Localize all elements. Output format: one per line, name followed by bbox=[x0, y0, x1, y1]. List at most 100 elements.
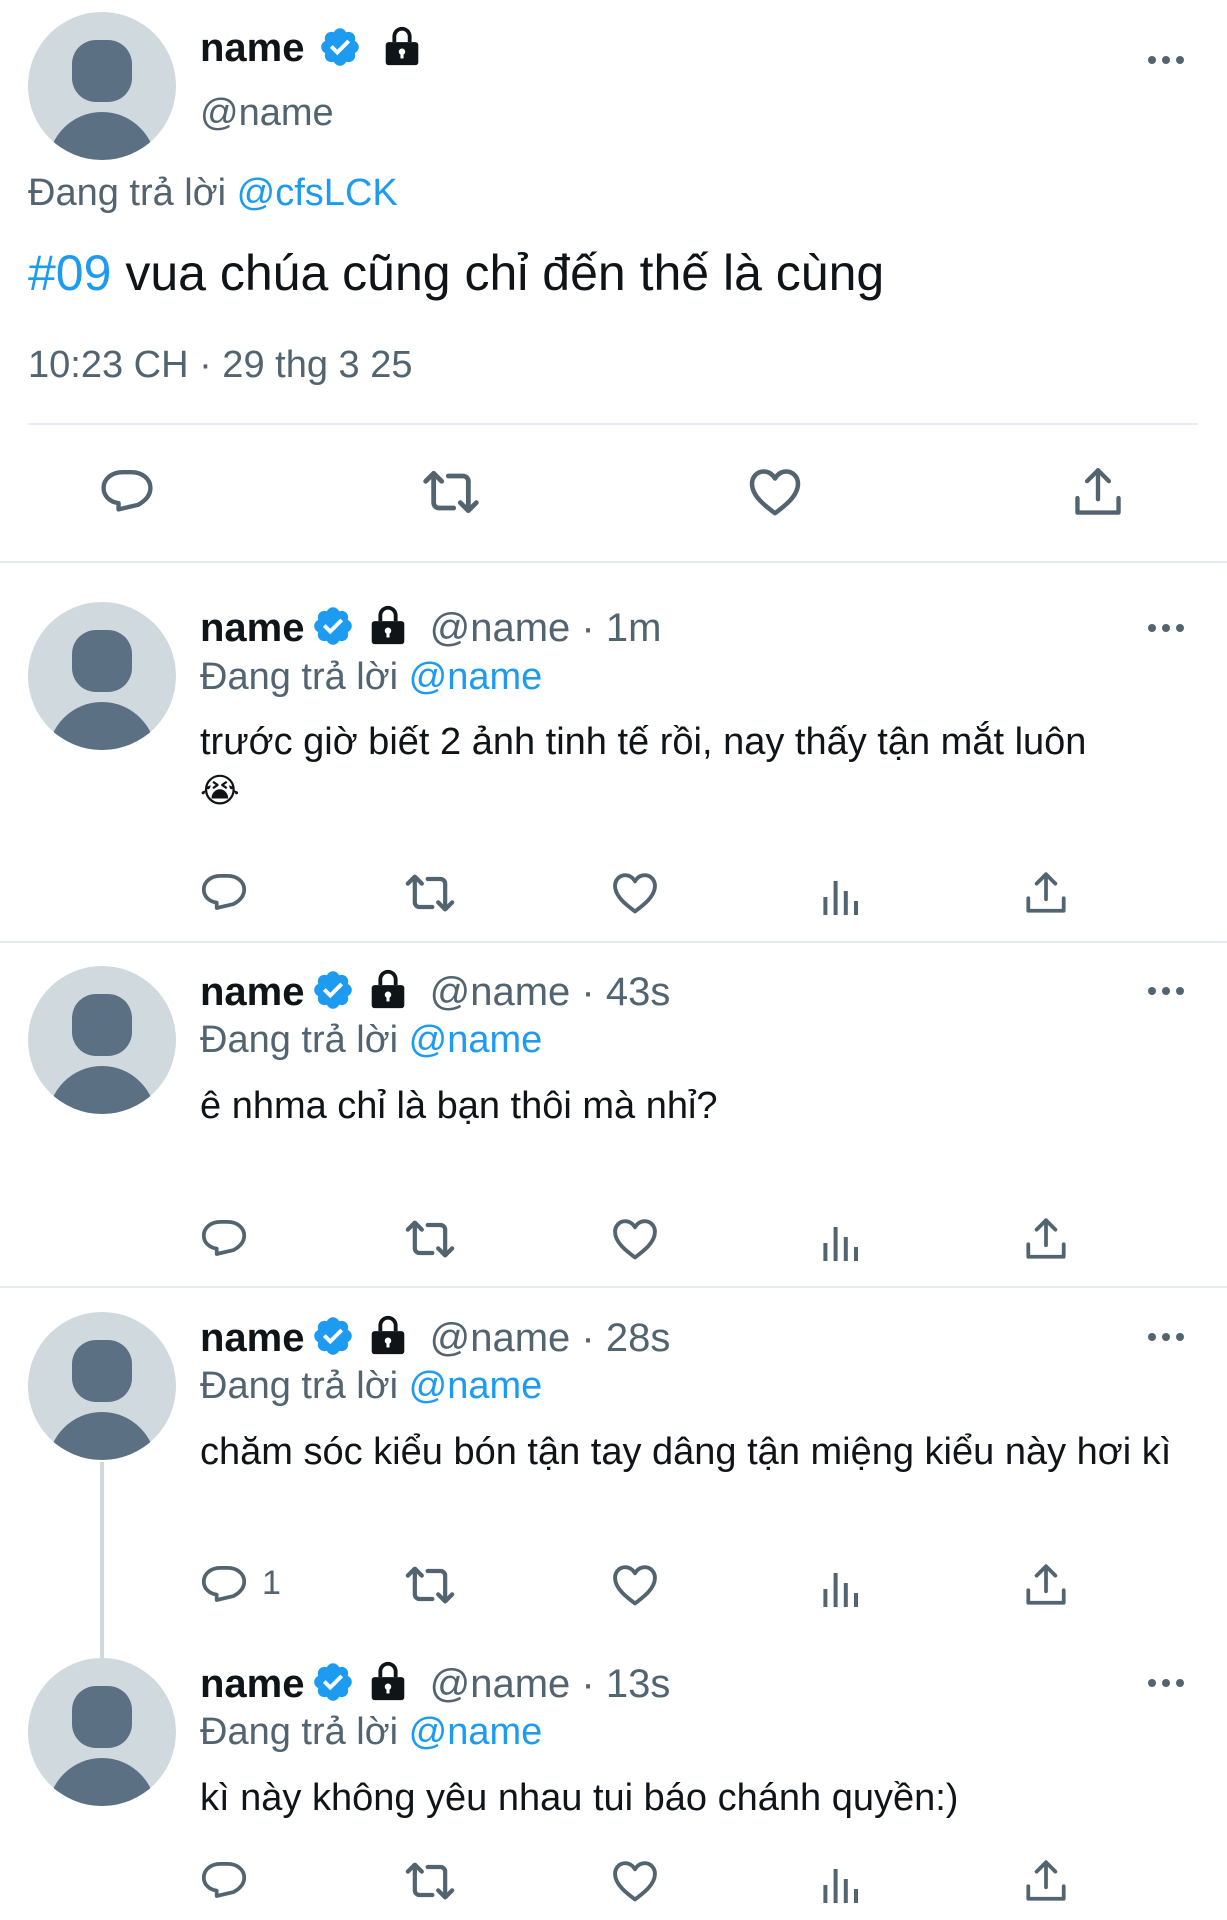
replying-to-prefix: Đang trả lời bbox=[200, 1365, 399, 1407]
handle[interactable]: @name bbox=[200, 92, 334, 135]
replying-to: Đang trả lời @cfsLCK bbox=[28, 172, 398, 215]
divider bbox=[0, 941, 1227, 943]
like-icon[interactable] bbox=[609, 1559, 661, 1611]
lock-icon bbox=[365, 966, 411, 1012]
divider bbox=[28, 423, 1198, 425]
main-tweet-text: #09 vua chúa cũng chỉ đến thế là cùng bbox=[28, 244, 884, 302]
retweet-icon[interactable] bbox=[402, 1853, 458, 1909]
handle[interactable]: @name bbox=[430, 1316, 571, 1360]
hashtag-link[interactable]: #09 bbox=[28, 245, 111, 301]
display-name[interactable]: name bbox=[200, 1662, 305, 1706]
share-icon[interactable] bbox=[1021, 868, 1071, 918]
reply-body: trước giờ biết 2 ảnh tinh tế rồi, nay th… bbox=[200, 721, 1087, 763]
lock-icon bbox=[365, 1312, 411, 1358]
verified-badge-icon bbox=[311, 1660, 355, 1704]
reply-header: name @name · 43s bbox=[200, 970, 670, 1015]
replying-to-handle-link[interactable]: @name bbox=[409, 656, 543, 698]
avatar-body bbox=[48, 112, 156, 160]
reply-icon[interactable] bbox=[199, 1214, 249, 1264]
like-icon[interactable] bbox=[609, 867, 661, 919]
analytics-icon[interactable] bbox=[817, 1219, 865, 1267]
avatar-head bbox=[72, 994, 132, 1056]
verified-badge-icon bbox=[311, 1314, 355, 1358]
like-icon[interactable] bbox=[609, 1855, 661, 1907]
replying-to-handle-link[interactable]: @name bbox=[409, 1711, 543, 1753]
display-name[interactable]: name bbox=[200, 1316, 305, 1360]
share-icon[interactable] bbox=[1021, 1560, 1071, 1610]
display-name: name bbox=[200, 26, 305, 70]
divider bbox=[0, 1286, 1227, 1288]
display-name[interactable]: name bbox=[200, 606, 305, 650]
verified-badge-icon bbox=[318, 25, 362, 69]
reply-icon[interactable] bbox=[199, 868, 249, 918]
more-options-icon[interactable] bbox=[1148, 1333, 1188, 1343]
author-name-row[interactable]: name bbox=[200, 26, 425, 71]
handle[interactable]: @name bbox=[430, 970, 571, 1014]
avatar[interactable] bbox=[28, 12, 176, 160]
share-icon[interactable] bbox=[1021, 1214, 1071, 1264]
avatar-body bbox=[48, 1412, 156, 1460]
more-options-icon[interactable] bbox=[1148, 56, 1188, 66]
avatar-head bbox=[72, 630, 132, 692]
avatar-body bbox=[48, 1066, 156, 1114]
handle[interactable]: @name bbox=[430, 1662, 571, 1706]
crying-face-emoji: 😭 bbox=[200, 772, 240, 810]
avatar-head bbox=[72, 40, 132, 102]
time[interactable]: · 13s bbox=[581, 1662, 670, 1706]
reply-icon[interactable] bbox=[199, 1856, 249, 1906]
like-icon[interactable] bbox=[609, 1213, 661, 1265]
replying-to: Đang trả lời @name bbox=[200, 656, 542, 699]
share-icon[interactable] bbox=[1069, 463, 1127, 521]
handle[interactable]: @name bbox=[430, 606, 571, 650]
analytics-icon[interactable] bbox=[817, 1565, 865, 1613]
replying-to-prefix: Đang trả lời bbox=[28, 172, 227, 214]
avatar[interactable] bbox=[28, 602, 176, 750]
thread-line bbox=[100, 1462, 104, 1658]
reply-text: kì này không yêu nhau tui báo chánh quyề… bbox=[200, 1777, 959, 1819]
replying-to-handle-link[interactable]: @cfsLCK bbox=[237, 172, 398, 214]
more-options-icon[interactable] bbox=[1148, 987, 1188, 997]
avatar[interactable] bbox=[28, 1312, 176, 1460]
reply-text: trước giờ biết 2 ảnh tinh tế rồi, nay th… bbox=[200, 718, 1200, 815]
lock-icon bbox=[379, 23, 425, 69]
analytics-icon[interactable] bbox=[817, 1861, 865, 1909]
share-icon[interactable] bbox=[1021, 1856, 1071, 1906]
time[interactable]: · 28s bbox=[581, 1316, 670, 1360]
retweet-icon[interactable] bbox=[402, 865, 458, 921]
lock-icon bbox=[365, 602, 411, 648]
display-name[interactable]: name bbox=[200, 970, 305, 1014]
reply-icon[interactable] bbox=[98, 463, 156, 521]
reply-header: name @name · 13s bbox=[200, 1662, 670, 1707]
verified-badge-icon bbox=[311, 968, 355, 1012]
retweet-icon[interactable] bbox=[402, 1211, 458, 1267]
reply-header: name @name · 1m bbox=[200, 606, 661, 651]
avatar-body bbox=[48, 702, 156, 750]
avatar[interactable] bbox=[28, 1658, 176, 1806]
lock-icon bbox=[365, 1658, 411, 1704]
reply-text: ê nhma chỉ là bạn thôi mà nhỉ? bbox=[200, 1085, 718, 1127]
replying-to-prefix: Đang trả lời bbox=[200, 656, 399, 698]
replying-to: Đang trả lời @name bbox=[200, 1711, 542, 1754]
reply-header: name @name · 28s bbox=[200, 1316, 670, 1361]
avatar[interactable] bbox=[28, 966, 176, 1114]
reply-icon[interactable] bbox=[199, 1560, 249, 1610]
replying-to-handle-link[interactable]: @name bbox=[409, 1019, 543, 1061]
like-icon[interactable] bbox=[745, 462, 805, 522]
retweet-icon[interactable] bbox=[402, 1557, 458, 1613]
reply-count: 1 bbox=[262, 1564, 281, 1602]
avatar-head bbox=[72, 1340, 132, 1402]
replying-to-handle-link[interactable]: @name bbox=[409, 1365, 543, 1407]
replying-to: Đang trả lời @name bbox=[200, 1365, 542, 1408]
replying-to-prefix: Đang trả lời bbox=[200, 1711, 399, 1753]
timestamp[interactable]: 10:23 CH · 29 thg 3 25 bbox=[28, 344, 412, 387]
divider bbox=[0, 561, 1227, 563]
time[interactable]: · 43s bbox=[581, 970, 670, 1014]
retweet-icon[interactable] bbox=[419, 460, 483, 524]
analytics-icon[interactable] bbox=[817, 873, 865, 921]
more-options-icon[interactable] bbox=[1148, 624, 1188, 634]
more-options-icon[interactable] bbox=[1148, 1679, 1188, 1689]
avatar-body bbox=[48, 1758, 156, 1806]
reply-text: chăm sóc kiểu bón tận tay dâng tận miệng… bbox=[200, 1431, 1172, 1473]
time[interactable]: · 1m bbox=[581, 606, 661, 650]
avatar-head bbox=[72, 1686, 132, 1748]
